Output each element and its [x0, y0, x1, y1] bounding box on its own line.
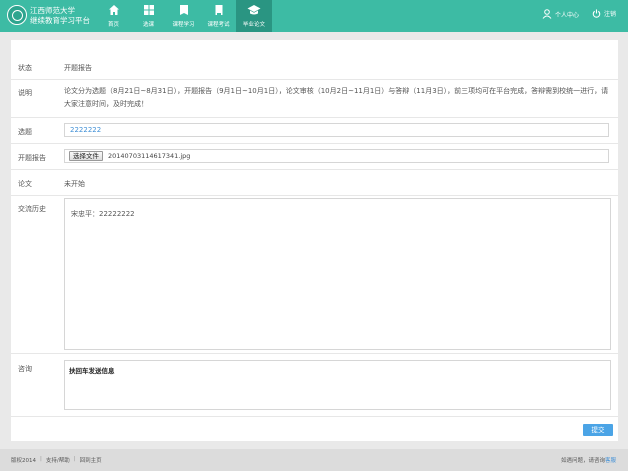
- nav-course-select[interactable]: 选课: [131, 0, 166, 32]
- status-label: 状态: [18, 64, 32, 72]
- home-icon: [108, 5, 119, 15]
- thesis-row: 论文 未开始: [11, 170, 618, 196]
- thesis-value: 未开始: [64, 180, 85, 188]
- status-row: 状态 开题报告: [11, 54, 618, 80]
- footer-separator: |: [40, 456, 42, 462]
- user-center-link[interactable]: 个人中心: [542, 9, 579, 19]
- nav-thesis[interactable]: 毕业论文: [236, 0, 272, 32]
- footer-separator: |: [73, 456, 76, 462]
- grid-icon: [143, 5, 154, 15]
- submit-button[interactable]: 提交: [583, 424, 613, 436]
- exam-icon: [215, 5, 222, 16]
- topic-label: 选题: [18, 128, 32, 136]
- proposal-row: 开题报告 选择文件 20140703114617341.jpg: [11, 144, 618, 170]
- main-nav: 首页 选课 课程学习 课程考试 毕业论文: [96, 0, 272, 32]
- user-center-label: 个人中心: [555, 11, 580, 19]
- university-logo[interactable]: [7, 5, 27, 25]
- divider: [11, 416, 618, 417]
- brand-line-2: 继续教育学习平台: [30, 16, 90, 25]
- history-label: 交流历史: [18, 205, 46, 213]
- copyright-text: 版权2014: [11, 458, 36, 464]
- nav-course-select-label: 选课: [142, 22, 154, 28]
- nav-home-label: 首页: [107, 22, 119, 28]
- consult-textarea[interactable]: 扶回车发送信息: [64, 360, 611, 410]
- logout-label: 注销: [604, 11, 617, 18]
- topic-row: 选题 2222222: [11, 118, 618, 144]
- nav-course-exam-label: 课程考试: [207, 22, 230, 28]
- description-row: 说明 论文分为选题（8月21日~8月31日），开题报告（9月1日~10月1日），…: [11, 80, 618, 118]
- question-text: 如遇问题，请咨询: [560, 458, 605, 464]
- user-icon: [542, 9, 552, 19]
- consult-label: 咨询: [18, 365, 32, 373]
- brand-line-1: 江西师范大学: [30, 6, 75, 15]
- description-label: 说明: [18, 89, 32, 97]
- proposal-label: 开题报告: [18, 154, 46, 162]
- top-header: 江西师范大学 继续教育学习平台 首页 选课 课程学习 课程考试 毕业论文 个人中…: [0, 0, 628, 32]
- nav-thesis-label: 毕业论文: [242, 22, 265, 28]
- thesis-label: 论文: [18, 180, 32, 188]
- file-name: 20140703114617341.jpg: [108, 152, 191, 160]
- support-link[interactable]: 支持/帮助: [46, 456, 70, 464]
- thesis-panel: 状态 开题报告 说明 论文分为选题（8月21日~8月31日），开题报告（9月1日…: [11, 40, 618, 441]
- graduation-cap-icon: [247, 5, 261, 15]
- description-text: 论文分为选题（8月21日~8月31日），开题报告（9月1日~10月1日），论文审…: [64, 87, 609, 108]
- consult-text: 扶回车发送信息: [69, 367, 115, 375]
- footer: 版权2014 | 支持/帮助 | 回到主页 如遇问题，请咨询客服: [0, 449, 628, 471]
- nav-course-exam[interactable]: 课程考试: [201, 0, 236, 32]
- customer-service-link[interactable]: 客服: [605, 458, 616, 464]
- nav-course-study[interactable]: 课程学习: [166, 0, 201, 32]
- logout-link[interactable]: 注销: [592, 9, 616, 18]
- power-icon: [592, 9, 601, 18]
- history-message: 宋忠平：22222222: [71, 210, 135, 218]
- nav-home[interactable]: 首页: [96, 0, 131, 32]
- footer-help: 如遇问题，请咨询客服: [561, 456, 616, 464]
- nav-course-study-label: 课程学习: [172, 22, 195, 28]
- back-home-link[interactable]: 回到主页: [80, 456, 102, 464]
- history-box[interactable]: 宋忠平：22222222: [64, 198, 611, 350]
- topic-value[interactable]: 2222222: [70, 126, 101, 134]
- brand-title[interactable]: 江西师范大学 继续教育学习平台: [30, 6, 90, 26]
- choose-file-button[interactable]: 选择文件: [69, 151, 103, 161]
- footer-links: 版权2014 | 支持/帮助 | 回到主页: [11, 456, 102, 464]
- topic-field[interactable]: 2222222: [64, 123, 609, 137]
- status-value: 开题报告: [64, 64, 92, 72]
- proposal-file-field: 选择文件 20140703114617341.jpg: [64, 149, 609, 163]
- book-icon: [179, 5, 188, 15]
